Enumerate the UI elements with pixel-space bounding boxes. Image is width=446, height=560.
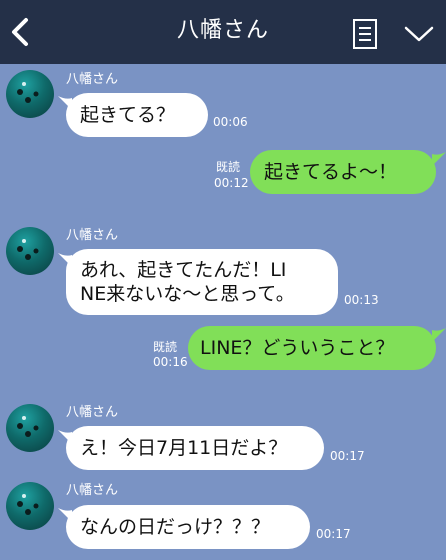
message-text: 起きてるよ〜！ <box>264 161 398 183</box>
notes-icon <box>353 19 377 49</box>
message-bubble[interactable]: なんの日だっけ？？？ <box>66 505 310 549</box>
avatar-image <box>17 82 39 103</box>
message-time: 00:06 <box>213 115 248 129</box>
message-text: なんの日だっけ？？？ <box>80 516 271 538</box>
avatar-image <box>17 239 39 260</box>
avatar-image <box>17 494 39 515</box>
message-time: 00:16 <box>153 355 188 369</box>
message-time: 00:17 <box>316 527 351 541</box>
bubble-tail <box>432 152 446 166</box>
avatar[interactable] <box>6 70 54 118</box>
notes-button[interactable] <box>350 18 380 50</box>
sender-name: 八幡さん <box>66 72 119 87</box>
message-text: え！今日7月11日だよ？ <box>80 437 288 459</box>
message-bubble[interactable]: 起きてるよ〜！ <box>250 150 436 194</box>
menu-button[interactable] <box>402 20 436 48</box>
message-text-line: あれ、起きてたんだ！LI <box>80 259 287 281</box>
avatar[interactable] <box>6 482 54 530</box>
message-bubble[interactable]: 起きてる？ <box>66 93 208 137</box>
message-text-line: NE来ないな〜と思って。 <box>80 283 295 305</box>
bubble-tail <box>432 328 446 342</box>
read-status: 既読 <box>153 340 178 354</box>
message-time: 00:13 <box>344 293 379 307</box>
sender-name: 八幡さん <box>66 228 119 243</box>
message-bubble[interactable]: LINE？どういうこと？ <box>188 326 436 370</box>
avatar[interactable] <box>6 227 54 275</box>
chevron-down-icon <box>404 26 434 42</box>
message-time: 00:17 <box>330 449 365 463</box>
chat-header: 八幡さん <box>0 0 446 64</box>
avatar[interactable] <box>6 404 54 452</box>
message-text: LINE？どういうこと？ <box>200 337 395 359</box>
avatar-image <box>17 416 39 437</box>
read-status: 既読 <box>216 160 241 174</box>
message-bubble[interactable]: あれ、起きてたんだ！LI NE来ないな〜と思って。 <box>66 249 338 315</box>
sender-name: 八幡さん <box>66 405 119 420</box>
message-time: 00:12 <box>214 176 249 190</box>
sender-name: 八幡さん <box>66 483 119 498</box>
message-text: 起きてる？ <box>80 104 176 126</box>
message-bubble[interactable]: え！今日7月11日だよ？ <box>66 426 324 470</box>
